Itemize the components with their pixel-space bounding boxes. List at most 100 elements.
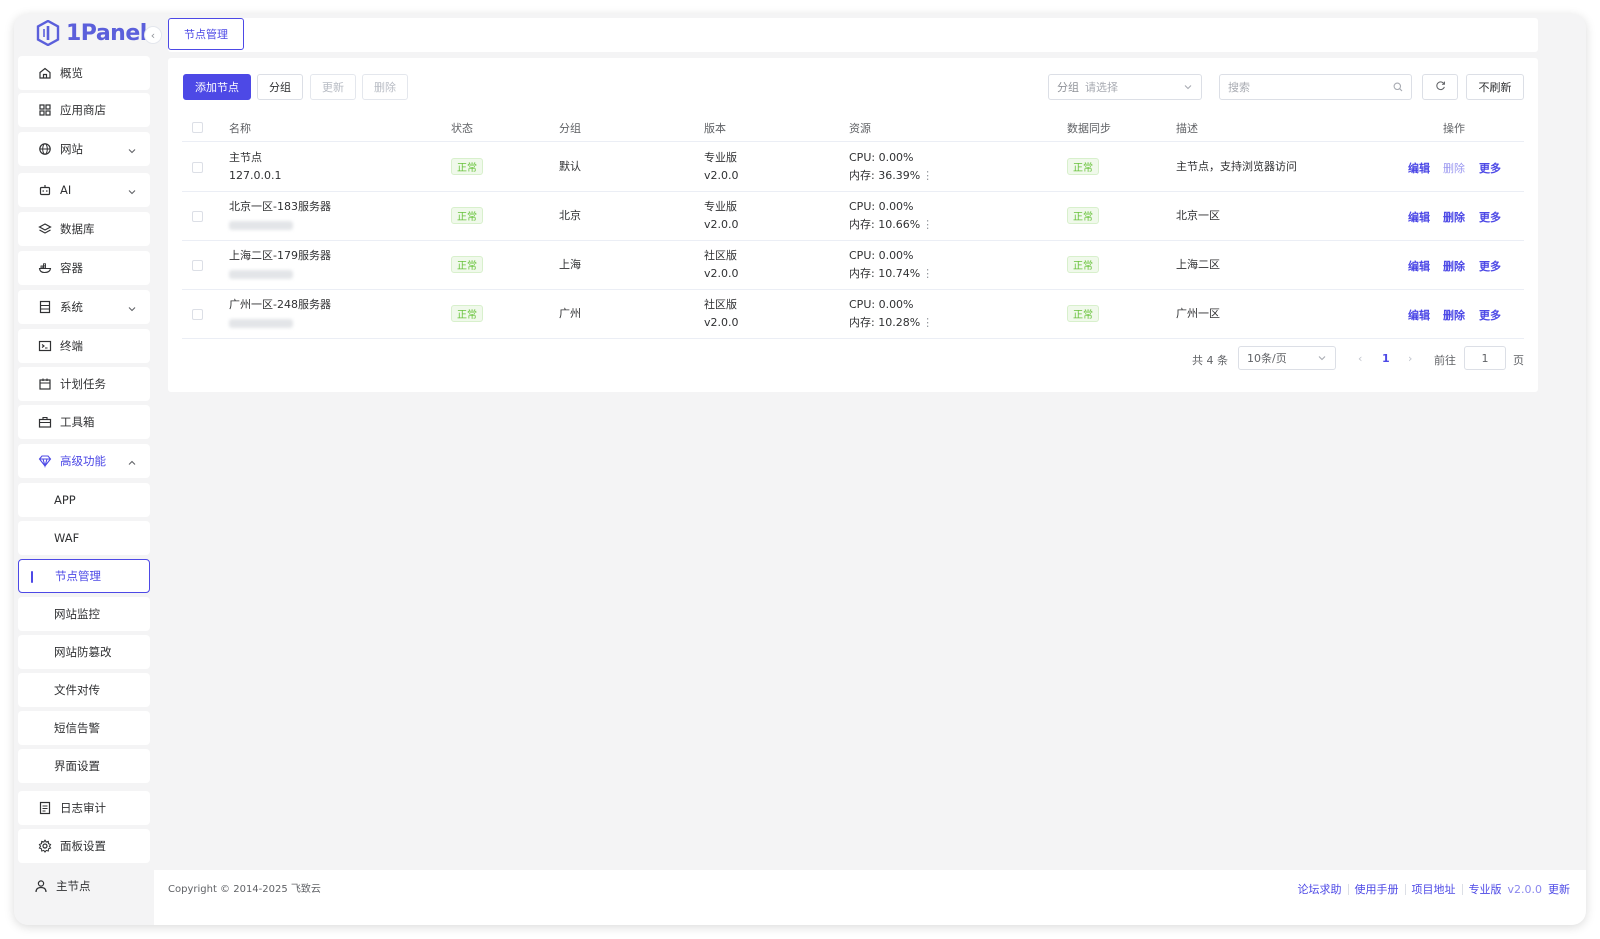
- group-filter-select[interactable]: 分组 请选择: [1048, 74, 1202, 100]
- tab-node-management[interactable]: 节点管理: [168, 18, 244, 50]
- add-node-button[interactable]: 添加节点: [183, 74, 251, 100]
- more-link[interactable]: 更多: [1479, 160, 1501, 176]
- sync-status-badge: 正常: [1067, 158, 1099, 175]
- manual-link[interactable]: 使用手册: [1355, 881, 1399, 897]
- user-icon: [34, 879, 48, 893]
- delete-link[interactable]: 删除: [1443, 258, 1465, 274]
- sidebar-item-label: 界面设置: [54, 759, 100, 773]
- node-mem: 内存: 10.28%: [849, 315, 921, 329]
- forum-link[interactable]: 论坛求助: [1298, 881, 1342, 897]
- status-badge: 正常: [451, 158, 483, 175]
- delete-link[interactable]: 删除: [1443, 209, 1465, 225]
- page-size-select[interactable]: 10条/页: [1238, 346, 1336, 370]
- sidebar-item-cron[interactable]: 计划任务: [18, 367, 150, 401]
- refresh-button[interactable]: [1422, 74, 1458, 100]
- sidebar-item-overview[interactable]: 概览: [18, 56, 150, 90]
- next-page-icon[interactable]: ›: [1408, 352, 1412, 365]
- edit-link[interactable]: 编辑: [1408, 307, 1430, 323]
- node-address-redacted: [229, 220, 293, 230]
- select-all-checkbox[interactable]: [192, 122, 203, 133]
- row-checkbox[interactable]: [192, 162, 203, 173]
- more-vertical-icon[interactable]: ⋮: [922, 316, 933, 329]
- node-description: 上海二区: [1176, 258, 1220, 271]
- sidebar-subitem-app[interactable]: APP: [18, 483, 150, 517]
- sidebar-subitem-sms-alert[interactable]: 短信告警: [18, 711, 150, 745]
- node-name-cell: 北京一区-183服务器: [229, 198, 331, 235]
- edition-link[interactable]: 专业版: [1469, 881, 1502, 897]
- sidebar-item-advanced[interactable]: 高级功能: [18, 444, 150, 478]
- column-header-status: 状态: [451, 122, 473, 135]
- node-address-redacted: [229, 269, 293, 279]
- more-vertical-icon[interactable]: ⋮: [922, 218, 933, 231]
- row-checkbox[interactable]: [192, 260, 203, 271]
- node-name: 广州一区-248服务器: [229, 298, 331, 311]
- group-button[interactable]: 分组: [257, 74, 303, 100]
- sidebar-item-app-store[interactable]: 应用商店: [18, 93, 150, 127]
- node-name-cell: 上海二区-179服务器: [229, 247, 331, 284]
- sidebar-item-container[interactable]: 容器: [18, 251, 150, 285]
- more-link[interactable]: 更多: [1479, 307, 1501, 323]
- sidebar-subitem-site-monitor[interactable]: 网站监控: [18, 597, 150, 631]
- row-checkbox[interactable]: [192, 211, 203, 222]
- sidebar-subitem-node-management[interactable]: 节点管理: [18, 559, 150, 593]
- current-node-user[interactable]: 主节点: [34, 878, 91, 894]
- sidebar-item-label: 计划任务: [60, 377, 106, 391]
- node-mem: 内存: 36.39%: [849, 168, 921, 182]
- diamond-icon: [38, 454, 52, 468]
- sidebar-item-database[interactable]: 数据库: [18, 212, 150, 246]
- goto-page-input[interactable]: 1: [1464, 346, 1506, 370]
- table-row: 上海二区-179服务器 正常 上海 社区版 v2.0.0 CPU: 0.00% …: [182, 241, 1524, 290]
- sidebar-item-label: 网站监控: [54, 607, 100, 621]
- more-vertical-icon[interactable]: ⋮: [922, 169, 933, 182]
- layers-icon: [38, 222, 52, 236]
- project-link[interactable]: 项目地址: [1412, 881, 1456, 897]
- node-address-redacted: [229, 318, 293, 328]
- node-description: 北京一区: [1176, 209, 1220, 222]
- sidebar-item-ai[interactable]: AI: [18, 173, 150, 207]
- prev-page-icon[interactable]: ‹: [1358, 352, 1362, 365]
- batch-delete-button[interactable]: 删除: [362, 74, 408, 100]
- more-link[interactable]: 更多: [1479, 209, 1501, 225]
- auto-refresh-button[interactable]: 不刷新: [1466, 74, 1524, 100]
- delete-link[interactable]: 删除: [1443, 160, 1465, 176]
- sidebar-item-panel-settings[interactable]: 面板设置: [18, 829, 150, 863]
- sidebar-item-terminal[interactable]: 终端: [18, 329, 150, 363]
- more-link[interactable]: 更多: [1479, 258, 1501, 274]
- user-label: 主节点: [56, 879, 91, 893]
- node-version-cell: 专业版 v2.0.0: [704, 149, 739, 184]
- delete-link[interactable]: 删除: [1443, 307, 1465, 323]
- collapse-sidebar-button[interactable]: ‹: [144, 26, 162, 44]
- edit-link[interactable]: 编辑: [1408, 209, 1430, 225]
- sidebar-item-system[interactable]: 系统: [18, 290, 150, 324]
- sidebar-subitem-file-transfer[interactable]: 文件对传: [18, 673, 150, 707]
- sidebar-item-toolbox[interactable]: 工具箱: [18, 405, 150, 439]
- node-name: 上海二区-179服务器: [229, 249, 331, 262]
- sidebar-subitem-waf[interactable]: WAF: [18, 521, 150, 555]
- sidebar-subitem-ui-settings[interactable]: 界面设置: [18, 749, 150, 783]
- node-version: v2.0.0: [704, 315, 739, 329]
- node-cpu: CPU: 0.00%: [849, 151, 914, 164]
- column-header-name: 名称: [229, 122, 251, 135]
- edit-link[interactable]: 编辑: [1408, 258, 1430, 274]
- search-input[interactable]: 搜索: [1219, 74, 1412, 100]
- more-vertical-icon[interactable]: ⋮: [922, 267, 933, 280]
- sidebar-item-website[interactable]: 网站: [18, 132, 150, 166]
- page-number-current[interactable]: 1: [1382, 352, 1390, 365]
- node-edition: 社区版: [704, 298, 737, 311]
- update-button[interactable]: 更新: [310, 74, 356, 100]
- logo[interactable]: 1Panel: [36, 16, 147, 50]
- update-link[interactable]: 更新: [1548, 881, 1570, 897]
- sidebar-item-log-audit[interactable]: 日志审计: [18, 791, 150, 825]
- logo-icon: [36, 20, 60, 46]
- node-version-cell: 专业版 v2.0.0: [704, 198, 739, 233]
- tab-bar: 节点管理: [168, 18, 1538, 52]
- page-suffix-label: 页: [1513, 354, 1524, 367]
- edit-link[interactable]: 编辑: [1408, 160, 1430, 176]
- node-name: 主节点: [229, 151, 262, 164]
- node-resources-cell: CPU: 0.00% 内存: 10.66% ⋮: [849, 198, 933, 233]
- app-window: 1Panel ‹ 概览 应用商店 网站 AI 数据库 容器 系统 终端 计划任务…: [14, 14, 1586, 925]
- column-header-group: 分组: [559, 122, 581, 135]
- sidebar-subitem-tamper-protection[interactable]: 网站防篡改: [18, 635, 150, 669]
- row-checkbox[interactable]: [192, 309, 203, 320]
- pagination-total: 共 4 条: [1192, 354, 1228, 367]
